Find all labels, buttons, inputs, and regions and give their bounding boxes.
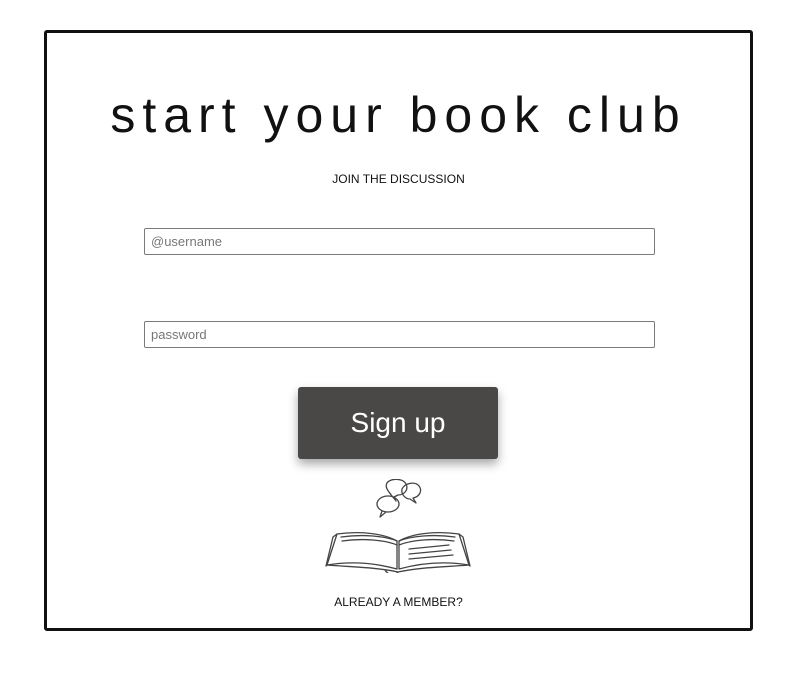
signup-card: start your book club JOIN THE DISCUSSION… — [44, 30, 753, 631]
password-input[interactable] — [144, 321, 655, 348]
page-subtitle: JOIN THE DISCUSSION — [332, 172, 465, 186]
username-input[interactable] — [144, 228, 655, 255]
signup-button[interactable]: Sign up — [298, 387, 498, 459]
page-title: start your book club — [110, 87, 687, 143]
book-with-speech-bubbles-icon — [325, 479, 471, 573]
already-member-link[interactable]: ALREADY A MEMBER? — [47, 595, 750, 609]
